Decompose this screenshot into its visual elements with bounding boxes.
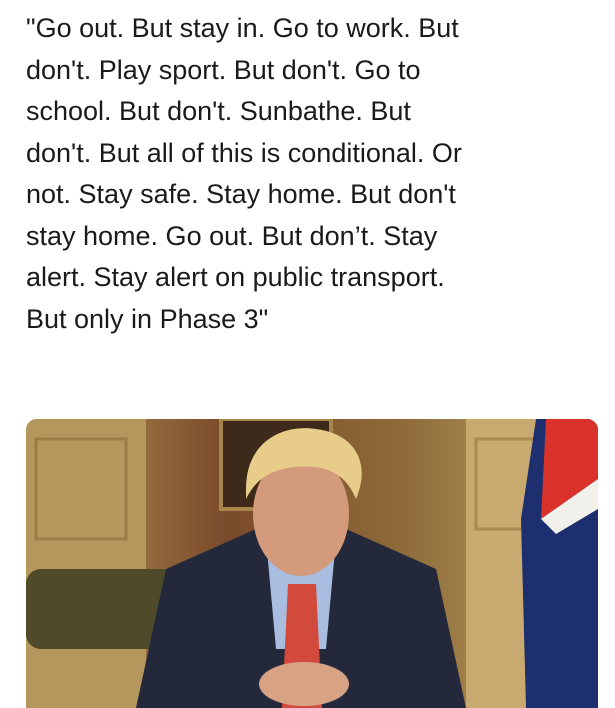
quote-line: school. But don't. Sunbathe. But — [26, 96, 411, 126]
hands — [259, 662, 349, 706]
left-door — [26, 419, 146, 708]
quote-line: not. Stay safe. Stay home. But don't — [26, 179, 456, 209]
quote-line: alert. Stay alert on public transport. — [26, 262, 445, 292]
quote-line: "Go out. But stay in. Go to work. But — [26, 13, 459, 43]
meme-quote-text: "Go out. But stay in. Go to work. But do… — [26, 8, 606, 340]
quote-line: don't. But all of this is conditional. O… — [26, 137, 462, 168]
quote-line: don't. Play sport. But don't. Go to — [26, 54, 421, 85]
press-conference-photo — [26, 419, 598, 708]
quote-line: stay home. Go out. But don’t. Stay — [26, 220, 438, 251]
quote-line: But only in Phase 3" — [26, 303, 269, 334]
